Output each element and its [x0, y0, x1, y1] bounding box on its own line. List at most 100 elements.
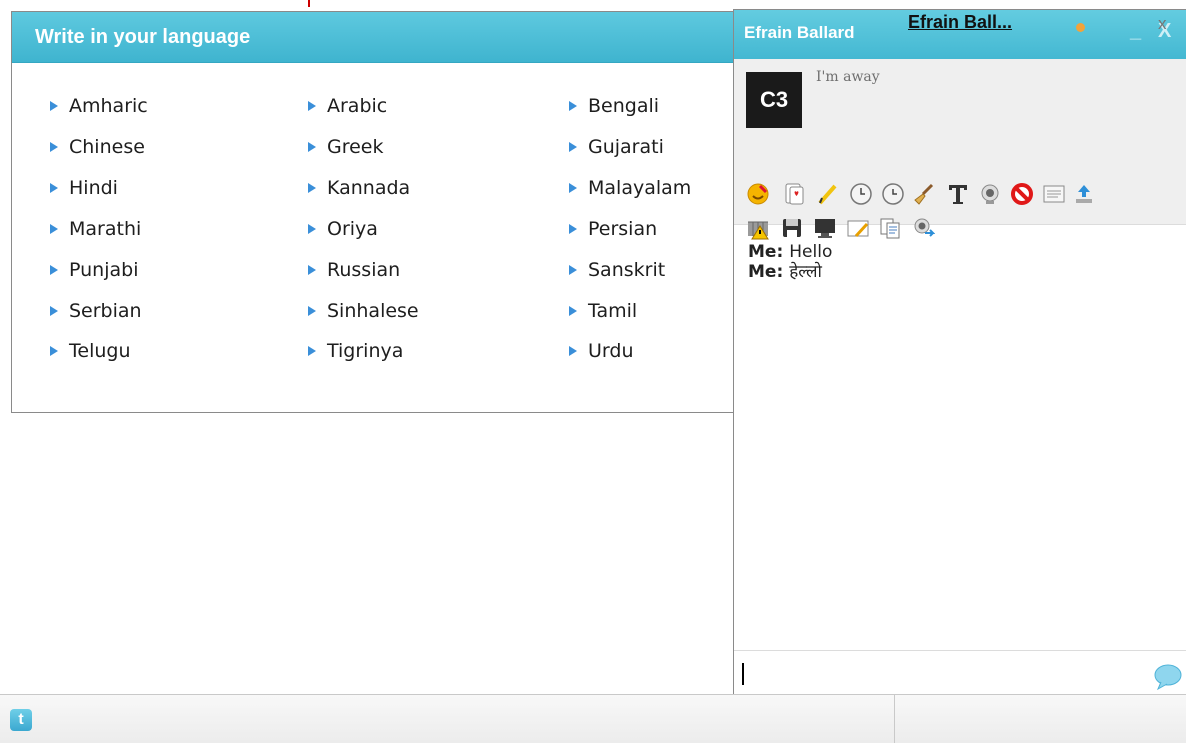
- language-label: Marathi: [69, 218, 142, 240]
- chat-tab[interactable]: Efrain Ball...: [908, 12, 1012, 33]
- language-label: Chinese: [69, 136, 145, 158]
- language-label: Amharic: [69, 95, 148, 117]
- message-input[interactable]: [734, 650, 1186, 699]
- broom-icon[interactable]: [910, 180, 938, 208]
- language-label: Gujarati: [588, 136, 664, 158]
- bullet-triangle-icon: [308, 183, 316, 193]
- bullet-triangle-icon: [308, 265, 316, 275]
- language-link[interactable]: Punjabi: [50, 259, 138, 281]
- language-link[interactable]: Russian: [308, 259, 400, 281]
- webcam-icon[interactable]: [976, 180, 1004, 208]
- language-label: Tigrinya: [327, 340, 404, 362]
- chat-title: Efrain Ballard: [744, 23, 855, 42]
- language-label: Malayalam: [588, 177, 692, 199]
- message-text: Hello: [789, 242, 833, 262]
- bullet-triangle-icon: [569, 183, 577, 193]
- language-link[interactable]: Chinese: [50, 136, 145, 158]
- status-text: I'm away: [816, 69, 880, 85]
- card-icon[interactable]: [780, 180, 808, 208]
- language-link[interactable]: Hindi: [50, 177, 118, 199]
- bullet-triangle-icon: [569, 306, 577, 316]
- language-label: Russian: [327, 259, 401, 281]
- bullet-triangle-icon: [308, 101, 316, 111]
- bullet-triangle-icon: [308, 306, 316, 316]
- language-link[interactable]: Urdu: [569, 340, 634, 362]
- bullet-triangle-icon: [569, 346, 577, 356]
- send-bubble-icon[interactable]: [1153, 663, 1183, 695]
- message: Me: हेल्लो: [748, 262, 832, 282]
- language-link[interactable]: Serbian: [50, 300, 142, 322]
- log-icon[interactable]: [1040, 180, 1068, 208]
- language-label: Kannada: [327, 177, 411, 199]
- bullet-triangle-icon: [50, 306, 58, 316]
- chat-tab-close-button[interactable]: x: [1158, 14, 1167, 34]
- avatar: C3: [746, 72, 802, 128]
- bullet-triangle-icon: [569, 142, 577, 152]
- twitter-icon[interactable]: t: [10, 709, 32, 731]
- language-link[interactable]: Marathi: [50, 218, 141, 240]
- bullet-triangle-icon: [569, 101, 577, 111]
- chat-window: Efrain Ballard _ X C3 I'm away Me: Hello…: [733, 9, 1186, 699]
- language-label: Tamil: [588, 300, 638, 322]
- language-link[interactable]: Bengali: [569, 95, 659, 117]
- language-label: Oriya: [327, 218, 378, 240]
- save-icon[interactable]: [778, 214, 806, 242]
- chat-user-info: C3 I'm away: [734, 59, 1186, 240]
- message-text: हेल्लो: [789, 262, 822, 282]
- bullet-triangle-icon: [569, 224, 577, 234]
- smiley-icon[interactable]: [744, 180, 772, 208]
- message-sender: Me:: [748, 262, 784, 282]
- bullet-triangle-icon: [50, 183, 58, 193]
- warning-icon[interactable]: [744, 214, 772, 242]
- language-label: Greek: [327, 136, 384, 158]
- upload-icon[interactable]: [1070, 180, 1098, 208]
- taskbar: t: [0, 694, 1186, 743]
- language-link[interactable]: Gujarati: [569, 136, 664, 158]
- language-panel-title: Write in your language: [12, 12, 739, 63]
- message-sender: Me:: [748, 242, 784, 262]
- pencil-icon[interactable]: [814, 180, 842, 208]
- bullet-triangle-icon: [308, 346, 316, 356]
- language-label: Bengali: [588, 95, 660, 117]
- language-link[interactable]: Oriya: [308, 218, 378, 240]
- language-label: Telugu: [69, 340, 131, 362]
- language-link[interactable]: Tamil: [569, 300, 637, 322]
- language-label: Arabic: [327, 95, 388, 117]
- monitor-icon[interactable]: [811, 214, 839, 242]
- language-label: Hindi: [69, 177, 118, 199]
- language-label: Serbian: [69, 300, 142, 322]
- language-link[interactable]: Malayalam: [569, 177, 691, 199]
- bullet-triangle-icon: [308, 224, 316, 234]
- bullet-triangle-icon: [50, 142, 58, 152]
- language-label: Sinhalese: [327, 300, 419, 322]
- taskbar-left: t: [0, 695, 895, 743]
- language-link[interactable]: Telugu: [50, 340, 131, 362]
- language-link[interactable]: Kannada: [308, 177, 410, 199]
- clock-icon-2[interactable]: [879, 180, 907, 208]
- note-icon[interactable]: [844, 214, 872, 242]
- clock-icon[interactable]: [847, 180, 875, 208]
- language-panel: Write in your language Amharic Chinese Hin…: [11, 11, 739, 413]
- language-link[interactable]: Amharic: [50, 95, 148, 117]
- page: Write in your language Amharic Chinese Hin…: [0, 0, 1186, 743]
- copy-icon[interactable]: [876, 214, 904, 242]
- bullet-triangle-icon: [308, 142, 316, 152]
- webcam-share-icon[interactable]: [909, 214, 937, 242]
- language-link[interactable]: Greek: [308, 136, 384, 158]
- language-link[interactable]: Persian: [569, 218, 657, 240]
- language-link[interactable]: Arabic: [308, 95, 387, 117]
- message-list: Me: Hello Me: हेल्लो: [748, 242, 832, 282]
- language-link[interactable]: Tigrinya: [308, 340, 403, 362]
- bullet-triangle-icon: [50, 265, 58, 275]
- language-label: Punjabi: [69, 259, 139, 281]
- text-format-icon[interactable]: [944, 180, 972, 208]
- red-marker: [308, 0, 310, 7]
- bullet-triangle-icon: [50, 224, 58, 234]
- language-link[interactable]: Sinhalese: [308, 300, 419, 322]
- language-link[interactable]: Sanskrit: [569, 259, 665, 281]
- block-icon[interactable]: [1008, 180, 1036, 208]
- message: Me: Hello: [748, 242, 832, 262]
- language-label: Persian: [588, 218, 658, 240]
- minimize-button[interactable]: _: [1130, 20, 1141, 43]
- text-caret: [742, 663, 744, 685]
